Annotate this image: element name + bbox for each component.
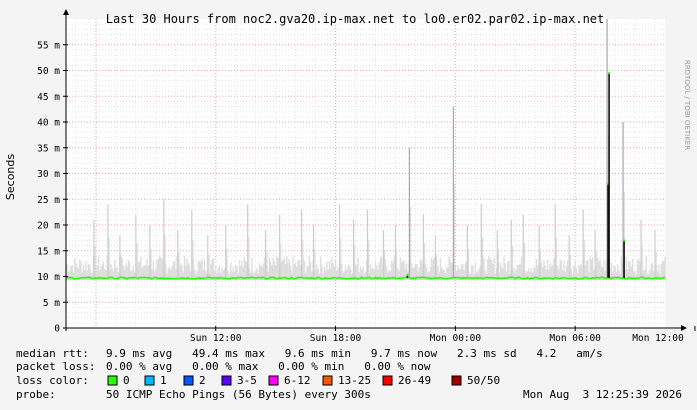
x-tick-label: Mon 12:00 [632, 333, 684, 344]
chart-title: Last 30 Hours from noc2.gva20.ip-max.net… [106, 12, 605, 26]
footer-timestamp: Mon Aug 3 12:25:39 2026 [523, 388, 682, 401]
loss-color-label: 2 [199, 374, 206, 387]
y-axis-label: Seconds [4, 154, 17, 200]
plot-area [66, 19, 665, 328]
loss-color-label: 1 [160, 374, 167, 387]
loss-color-label: 3-5 [237, 374, 257, 387]
y-tick-label: 0 [54, 324, 60, 335]
loss-color-swatch [221, 375, 232, 386]
x-tick-label: Sun 18:00 [310, 333, 362, 344]
y-tick-label: 45 m [37, 92, 60, 103]
y-tick-label: 55 m [37, 40, 60, 51]
footer-label-probe: probe: [16, 388, 56, 401]
y-tick-label: 5 m [43, 298, 60, 309]
median-spike-marker [406, 273, 409, 276]
footer-median-rtt-stats: 9.9 ms avg 49.4 ms max 9.6 ms min 9.7 ms… [106, 347, 603, 360]
y-tick-label: 30 m [37, 169, 60, 180]
y-tick-label: 20 m [37, 221, 60, 232]
loss-color-swatch [107, 375, 118, 386]
loss-color-label: 6-12 [284, 374, 311, 387]
smokeping-graph: 0 5 m 10 m 15 m 20 m 25 m 30 m 35 m 40 m 45 m 50 m… [0, 0, 697, 410]
footer-label-median-rtt: median rtt: [16, 347, 89, 360]
footer-label-packet-loss: packet loss: [16, 360, 95, 373]
y-tick-label: 15 m [37, 246, 60, 257]
x-tick-label: Mon 06:00 [549, 333, 601, 344]
loss-color-label: 26-49 [398, 374, 431, 387]
loss-color-label: 50/50 [467, 374, 500, 387]
footer-packet-loss-stats: 0.00 % avg 0.00 % max 0.00 % min 0.00 % … [106, 360, 431, 373]
loss-color-label: 0 [123, 374, 130, 387]
y-tick-label: 10 m [37, 272, 60, 283]
y-tick-label: 35 m [37, 143, 60, 154]
loss-color-swatch [183, 375, 194, 386]
loss-color-swatch [268, 375, 279, 386]
footer-probe-description: 50 ICMP Echo Pings (56 Bytes) every 300s [106, 388, 371, 401]
loss-color-swatch [382, 375, 393, 386]
loss-color-swatch [144, 375, 155, 386]
rrdtool-watermark: RRDTOOL / TOBI OETIKER [683, 60, 691, 150]
y-tick-label: 40 m [37, 118, 60, 129]
y-tick-label: 50 m [37, 66, 60, 77]
median-spike-marker [608, 72, 611, 75]
loss-color-swatch [451, 375, 462, 386]
footer-label-loss-color: loss color: [16, 374, 89, 387]
loss-color-label: 13-25 [338, 374, 371, 387]
x-tick-label: Sun 12:00 [190, 333, 242, 344]
x-tick-label: Mon 00:00 [430, 333, 482, 344]
median-spike-marker [623, 239, 626, 242]
y-tick-label: 25 m [37, 195, 60, 206]
latency-chart: 0 5 m 10 m 15 m 20 m 25 m 30 m 35 m 40 m 45 m 50 m… [0, 0, 697, 410]
loss-color-swatch [322, 375, 333, 386]
